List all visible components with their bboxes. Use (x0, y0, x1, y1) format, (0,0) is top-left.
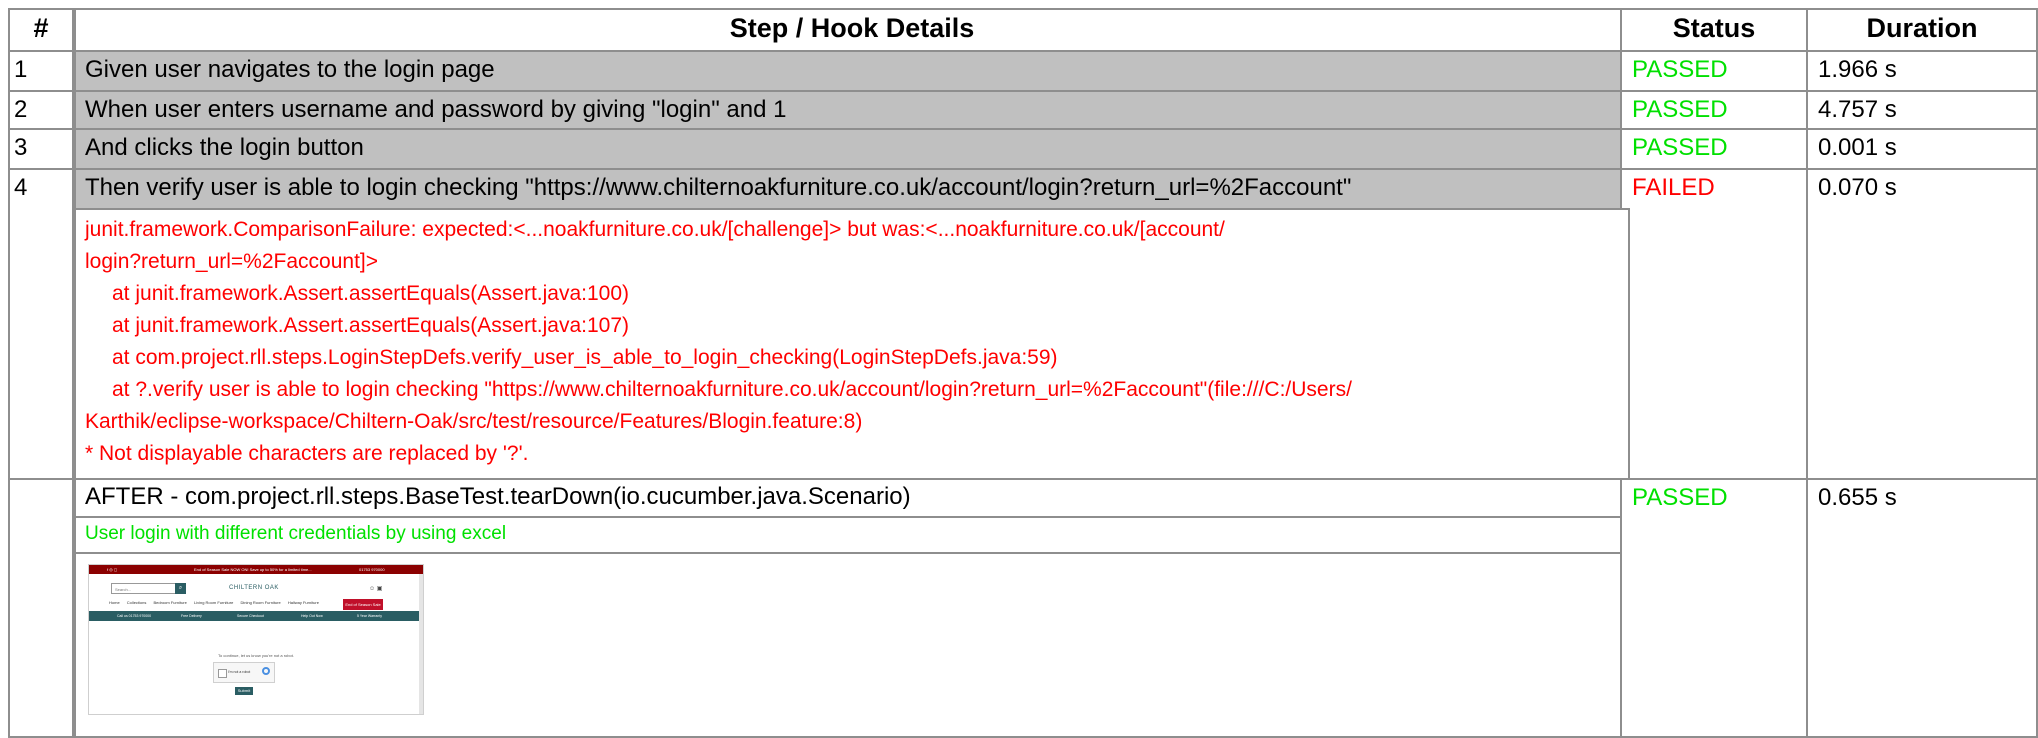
header-num: # (8, 8, 74, 52)
captcha-checkbox (218, 669, 227, 678)
error-stacktrace: junit.framework.ComparisonFailure: expec… (74, 208, 1630, 480)
hook-duration: 0.655 s (1806, 478, 2038, 738)
thumb-logo: CHILTERN OAK (229, 585, 279, 591)
thumb-message: To continue, let us know you're not a ro… (218, 653, 294, 658)
thumb-submit-button: Submit (235, 687, 253, 695)
thumb-search-icon: ⌕ (175, 583, 186, 594)
hook-label: AFTER - com.project.rll.steps.BaseTest.t… (74, 478, 1630, 518)
row-3-step: And clicks the login button (74, 128, 1630, 170)
error-line-3: at junit.framework.Assert.assertEquals(A… (112, 282, 630, 305)
thumb-menu-item: Collections (126, 600, 147, 605)
row-1-num: 1 (8, 50, 74, 92)
row-3-status: PASSED (1620, 128, 1808, 170)
thumb-sale-tab: End of Season Sale (343, 599, 383, 610)
thumb-menu-item: Living Room Furniture (193, 600, 234, 605)
thumb-search-input: Search... (111, 583, 179, 594)
thumb-user-cart-icons: ☺ ▣ (369, 586, 383, 592)
report-table: # Step / Hook Details Status Duration 1 … (8, 8, 2038, 738)
row-4-duration: 0.070 s (1806, 168, 2038, 480)
row-4-step: Then verify user is able to login checki… (74, 168, 1630, 210)
hook-status: PASSED (1620, 478, 1808, 738)
header-duration: Duration (1806, 8, 2038, 52)
header-status: Status (1620, 8, 1808, 52)
row-1-duration: 1.966 s (1806, 50, 2038, 92)
social-icons: f ◎ ◻ (107, 567, 118, 572)
row-2-num: 2 (8, 90, 74, 130)
thumb-menu: Home Collections Bedroom Furniture Livin… (109, 600, 325, 609)
row-3-duration: 0.001 s (1806, 128, 2038, 170)
hook-embed-text: User login with different credentials by… (74, 516, 1630, 554)
thumb-scrollbar (419, 574, 423, 714)
thumb-bar-item: 5 Year Warranty (357, 614, 382, 618)
row-2-step: When user enters username and password b… (74, 90, 1630, 130)
thumb-top-banner: f ◎ ◻ End of Season Sale NOW ON! Save up… (89, 565, 423, 574)
error-line-5: at com.project.rll.steps.LoginStepDefs.v… (112, 346, 1058, 369)
error-line-2: login?return_url=%2Faccount]> (85, 250, 379, 273)
thumb-bar-item: Call us 01753 970000 (117, 614, 152, 618)
row-4-status: FAILED (1620, 168, 1808, 480)
thumb-phone: 01753 970000 (359, 567, 385, 572)
error-line-6: at ?.verify user is able to login checki… (112, 378, 1352, 401)
row-2-duration: 4.757 s (1806, 90, 2038, 130)
captcha-text: I'm not a robot (228, 670, 251, 674)
row-1-step: Given user navigates to the login page (74, 50, 1630, 92)
recaptcha-icon (262, 667, 270, 675)
row-2-status: PASSED (1620, 90, 1808, 130)
thumb-banner-text: End of Season Sale NOW ON! Save up to 50… (194, 567, 312, 572)
error-line-1: junit.framework.ComparisonFailure: expec… (85, 218, 1225, 241)
row-3-num: 3 (8, 128, 74, 170)
thumb-menu-item: Home (109, 600, 120, 605)
thumb-menu-item: Hallway Furniture (287, 600, 319, 605)
thumb-menu-item: Dining Room Furniture (240, 600, 281, 605)
error-line-8: * Not displayable characters are replace… (85, 442, 529, 465)
thumb-bar-item: Help Out Now (301, 614, 323, 618)
error-line-7: Karthik/eclipse-workspace/Chiltern-Oak/s… (85, 410, 863, 433)
thumb-info-bar: Call us 01753 970000 Free Delivery Secur… (89, 611, 423, 621)
error-line-4: at junit.framework.Assert.assertEquals(A… (112, 314, 630, 337)
header-details: Step / Hook Details (74, 8, 1630, 52)
thumb-bar-item: Free Delivery (181, 614, 202, 618)
thumb-menu-item: Bedroom Furniture (153, 600, 187, 605)
thumb-captcha: I'm not a robot (213, 662, 275, 683)
thumb-bar-item: Secure Checkout (237, 614, 264, 618)
row-1-status: PASSED (1620, 50, 1808, 92)
row-4-num: 4 (8, 168, 74, 480)
embedded-screenshot[interactable]: f ◎ ◻ End of Season Sale NOW ON! Save up… (88, 564, 424, 715)
hook-num (8, 478, 74, 738)
